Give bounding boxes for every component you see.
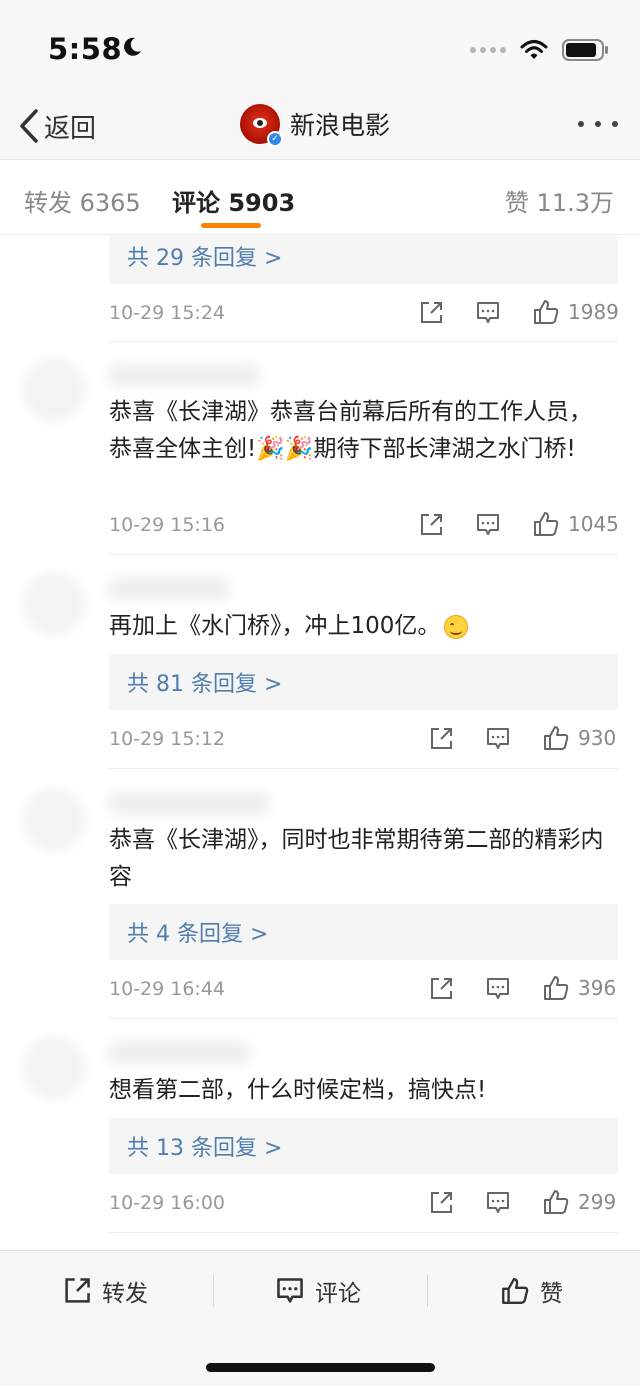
avatar[interactable] xyxy=(22,572,86,636)
comment-icon xyxy=(277,1278,303,1303)
comment-time: 10-29 15:16 xyxy=(109,514,226,536)
back-label: 返回 xyxy=(44,113,97,144)
comment-button[interactable] xyxy=(485,1190,511,1216)
avatar[interactable] xyxy=(22,1036,86,1100)
home-indicator[interactable] xyxy=(206,1363,435,1372)
cellular-signal-icon xyxy=(470,47,506,53)
battery-icon xyxy=(562,39,608,61)
repost-button[interactable]: 转发 xyxy=(62,1273,148,1309)
back-chevron-icon xyxy=(20,109,38,143)
like-count: 930 xyxy=(578,726,617,750)
more-icon xyxy=(578,121,584,127)
comment-button[interactable] xyxy=(475,512,501,538)
share-icon xyxy=(421,514,442,535)
comment-time: 10-29 15:12 xyxy=(109,728,226,750)
reply-count-button[interactable]: 共 13 条回复 > xyxy=(109,1118,618,1174)
comment-time: 10-29 15:24 xyxy=(109,302,226,324)
like-count: 299 xyxy=(578,1190,617,1214)
divider xyxy=(109,554,618,555)
comment-text: 再加上《水门桥》，冲上100亿。 xyxy=(109,608,609,645)
username[interactable] xyxy=(109,1042,249,1064)
username[interactable] xyxy=(109,364,259,386)
username[interactable] xyxy=(109,578,229,600)
reply-count-button[interactable]: 共 81 条回复 > xyxy=(109,654,618,710)
comment-icon xyxy=(487,978,509,999)
share-icon xyxy=(421,302,442,323)
reply-count-button[interactable]: 共 29 条回复 > xyxy=(109,236,618,284)
share-icon xyxy=(431,728,452,749)
comment-button[interactable] xyxy=(485,726,511,752)
comment-text: 想看第二部，什么时候定档，搞快点! xyxy=(109,1077,487,1103)
thumb-up-icon xyxy=(534,300,559,324)
divider xyxy=(213,1275,214,1307)
share-button[interactable] xyxy=(428,726,454,752)
comment-label: 评论 xyxy=(315,1281,361,1307)
divider xyxy=(109,1232,618,1233)
reply-count-button[interactable]: 共 4 条回复 > xyxy=(109,904,618,960)
tab-comment[interactable]: 评论 5903 xyxy=(172,183,295,218)
comment-button[interactable] xyxy=(485,976,511,1002)
comment-text: 恭喜《长津湖》，同时也非常期待第二部的精彩内容 xyxy=(109,827,604,890)
like-label: 赞 xyxy=(540,1281,563,1307)
back-button[interactable]: 返回 xyxy=(18,106,96,146)
thumb-up-icon xyxy=(534,512,559,536)
tab-repost[interactable]: 转发 6365 xyxy=(24,183,141,218)
share-icon xyxy=(431,1192,452,1213)
divider xyxy=(109,341,618,342)
thumb-up-icon xyxy=(544,976,569,1000)
bottom-action-bar: 转发 评论 赞 xyxy=(0,1250,640,1386)
thumb-up-icon xyxy=(502,1278,529,1304)
like-count: 396 xyxy=(578,976,617,1000)
divider xyxy=(109,768,618,769)
like-button[interactable]: 1045 xyxy=(532,510,619,538)
share-icon xyxy=(431,978,452,999)
like-count: 1045 xyxy=(568,512,619,536)
like-button[interactable]: 396 xyxy=(542,974,616,1002)
divider xyxy=(109,1018,618,1019)
thumb-up-icon xyxy=(544,726,569,750)
comment-time: 10-29 16:00 xyxy=(109,1192,226,1214)
share-button[interactable] xyxy=(428,1190,454,1216)
share-button[interactable] xyxy=(428,976,454,1002)
comment-time: 10-29 16:44 xyxy=(109,978,226,1000)
comment-icon xyxy=(477,302,499,323)
more-button[interactable] xyxy=(578,112,618,136)
comment-icon xyxy=(487,1192,509,1213)
like-count: 1989 xyxy=(568,300,619,324)
avatar[interactable] xyxy=(22,788,86,852)
share-icon xyxy=(65,1278,90,1303)
verified-badge-icon: ✓ xyxy=(267,131,283,147)
like-button[interactable]: 930 xyxy=(542,724,616,752)
status-icons xyxy=(470,38,610,62)
tab-active-indicator xyxy=(201,223,261,228)
comment-button[interactable]: 评论 xyxy=(275,1273,361,1309)
divider xyxy=(427,1275,428,1307)
moon-icon xyxy=(124,37,141,56)
like-button[interactable]: 赞 xyxy=(500,1273,563,1309)
avatar[interactable] xyxy=(22,358,86,422)
like-button[interactable]: 299 xyxy=(542,1188,616,1216)
repost-label: 转发 xyxy=(102,1281,148,1307)
avatar[interactable]: ✓ xyxy=(240,104,283,147)
tab-like[interactable]: 赞 11.3万 xyxy=(505,183,614,218)
status-bar: 5:58 xyxy=(0,0,640,92)
nav-bar: 返回 ✓ 新浪电影 xyxy=(0,92,640,160)
comment-button[interactable] xyxy=(475,300,501,326)
page-title: 新浪电影 xyxy=(290,111,391,140)
comment-icon xyxy=(487,728,509,749)
comment-text: 恭喜《长津湖》恭喜台前幕后所有的工作人员，恭喜全体主创!🎉🎉期待下部长津湖之水门… xyxy=(109,399,592,462)
comment-icon xyxy=(477,514,499,535)
status-time: 5:58 xyxy=(48,32,123,66)
share-button[interactable] xyxy=(418,300,444,326)
wifi-icon xyxy=(520,40,548,59)
thumb-up-icon xyxy=(544,1190,569,1214)
like-button[interactable]: 1989 xyxy=(532,298,619,326)
comment-feed[interactable]: 共 29 条回复 > 10-29 15:24 1989 恭喜《长津湖》恭喜台前幕… xyxy=(0,236,640,1250)
tab-bar: 转发 6365 评论 5903 赞 11.3万 xyxy=(0,161,640,235)
smile-emoji-icon xyxy=(444,614,469,639)
username[interactable] xyxy=(109,792,269,814)
account-header[interactable]: ✓ 新浪电影 xyxy=(240,100,390,148)
share-button[interactable] xyxy=(418,512,444,538)
